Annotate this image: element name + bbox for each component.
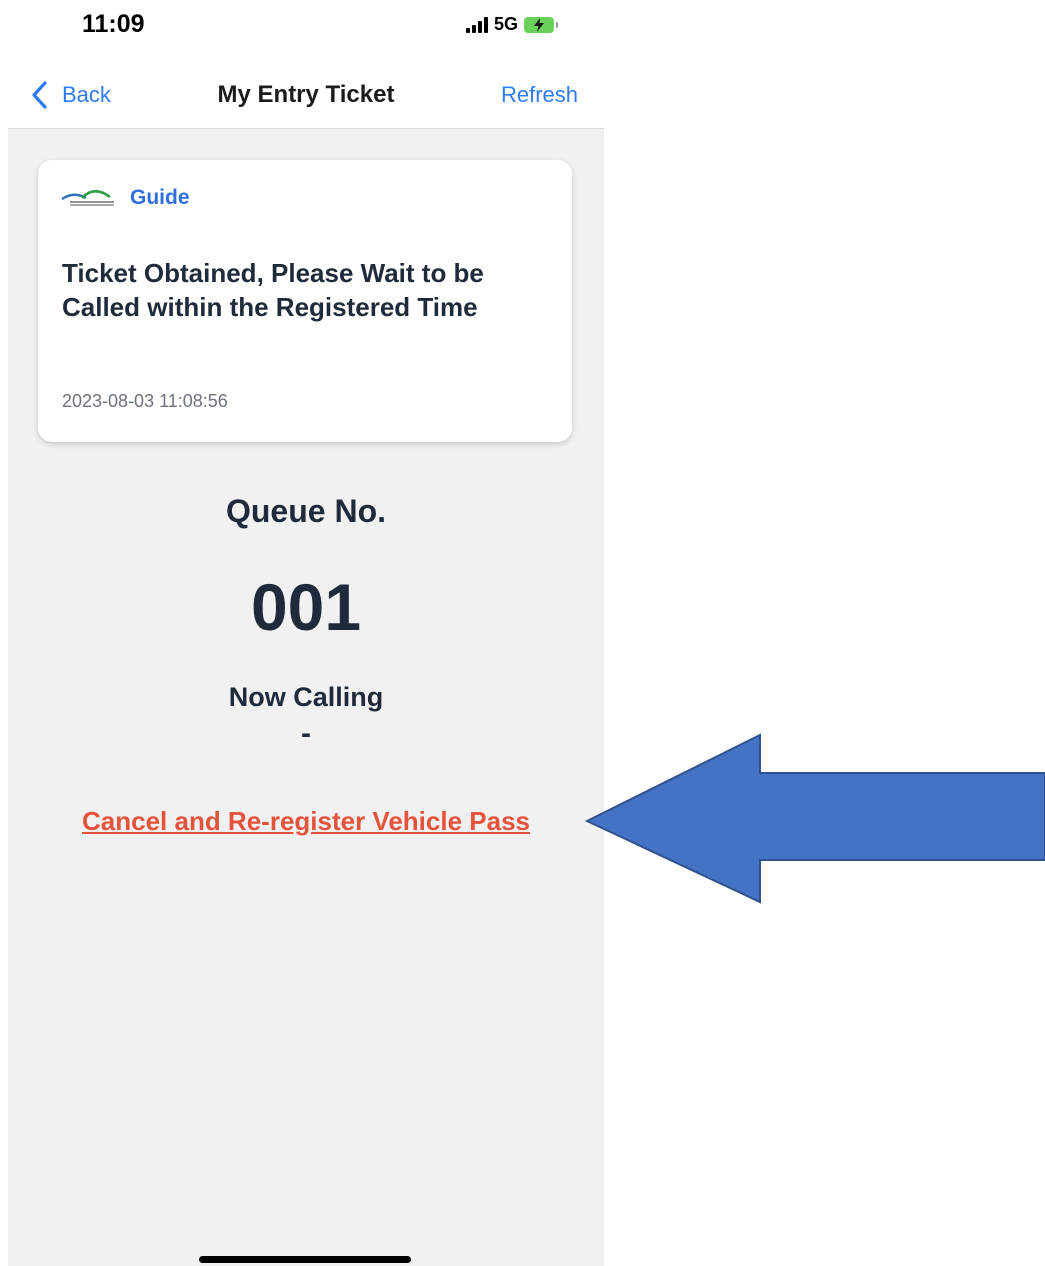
annotation-arrow-icon <box>584 733 1045 904</box>
